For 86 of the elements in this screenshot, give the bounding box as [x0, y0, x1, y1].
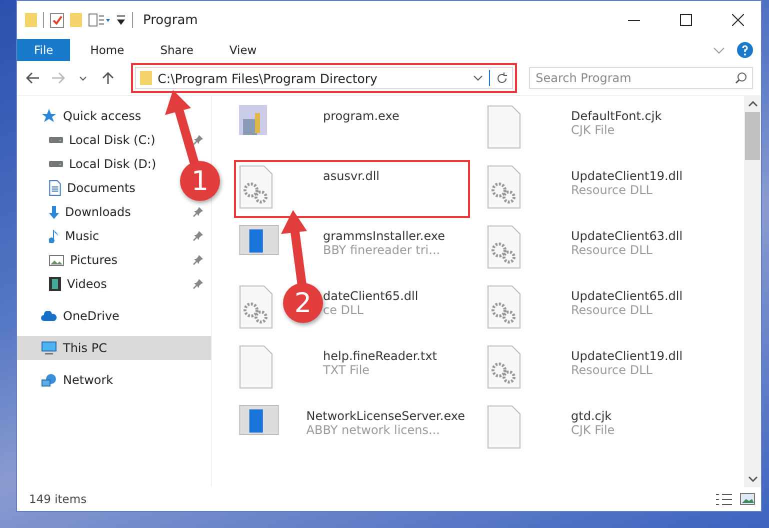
- sidebar-item[interactable]: Local Disk (C:): [17, 128, 162, 152]
- refresh-icon[interactable]: [496, 72, 508, 84]
- file-name[interactable]: UpdateClient65.dll: [571, 289, 683, 303]
- pictures-icon: [49, 254, 64, 266]
- address-field[interactable]: C:\Program Files\Program Directory: [134, 67, 513, 89]
- file-type: Resource DLL: [571, 363, 654, 377]
- gear-file-icon: [487, 165, 521, 209]
- ribbon-tab[interactable]: Share: [148, 39, 206, 61]
- up-arrow-icon: [102, 71, 114, 85]
- back-arrow-icon: [26, 72, 40, 84]
- music-note-icon: [49, 229, 59, 243]
- sidebar-item[interactable]: This PC: [17, 336, 211, 360]
- gear-file-icon: [239, 285, 273, 329]
- file-name[interactable]: UpdateClient63.dll: [571, 229, 683, 243]
- window-title: Program: [143, 12, 199, 28]
- blank-file-icon: [239, 345, 273, 389]
- search-field[interactable]: Search Program: [528, 67, 753, 89]
- blank-file-icon: [487, 405, 521, 449]
- highlighted-file-item[interactable]: asusvr.dll: [234, 160, 470, 218]
- file-name[interactable]: help.fineReader.txt: [323, 349, 437, 363]
- file-name[interactable]: grammsInstaller.exe: [323, 229, 445, 243]
- close-icon: [732, 14, 744, 26]
- star-icon: [41, 109, 57, 123]
- application-icon: [239, 405, 279, 435]
- blank-file-icon: [487, 105, 521, 149]
- sidebar-item[interactable]: Local Disk (D:): [17, 152, 162, 176]
- file-name[interactable]: DefaultFont.cjk: [571, 109, 662, 123]
- folder-icon: [25, 13, 37, 27]
- download-icon: [49, 206, 59, 218]
- file-name[interactable]: dateClient65.dll: [323, 289, 418, 303]
- drive-icon: [49, 161, 63, 167]
- folder-icon: [140, 71, 152, 85]
- scroll-down-icon[interactable]: [748, 476, 758, 482]
- file-type: Resource DLL: [571, 183, 654, 197]
- file-type: CJK File: [571, 423, 615, 437]
- sidebar-item[interactable]: OneDrive: [17, 304, 211, 328]
- checklist-icon[interactable]: [50, 12, 64, 28]
- gear-file-icon: [487, 285, 521, 329]
- large-icons-view-icon[interactable]: [740, 493, 755, 505]
- sidebar-item[interactable]: Quick access: [17, 104, 211, 128]
- scrollbar-thumb[interactable]: [745, 112, 760, 160]
- file-type: TXT File: [323, 363, 371, 377]
- file-type: ce DLL: [323, 303, 364, 317]
- ribbon-tab[interactable]: Home: [78, 39, 136, 61]
- maximize-icon: [680, 14, 692, 26]
- sidebar-item[interactable]: Videos: [17, 272, 113, 296]
- chevron-down-icon[interactable]: [472, 75, 483, 81]
- dropdown-caret-icon[interactable]: [116, 15, 126, 25]
- sidebar-item[interactable]: Pictures: [17, 248, 124, 272]
- file-type: BBY finereader tri...: [323, 243, 442, 257]
- film-icon: [49, 277, 61, 291]
- file-type: CJK File: [571, 123, 616, 137]
- scrollbar[interactable]: [744, 96, 761, 487]
- gear-file-icon: [487, 345, 521, 389]
- details-view-icon[interactable]: [715, 494, 732, 504]
- program-icon: [239, 105, 267, 135]
- search-icon: [734, 72, 747, 84]
- properties-icon[interactable]: [88, 13, 110, 27]
- file-name[interactable]: NetworkLicenseServer.exe: [306, 409, 465, 423]
- application-icon: [239, 225, 279, 255]
- help-icon[interactable]: [737, 42, 753, 58]
- document-icon: [49, 180, 61, 196]
- sidebar-item[interactable]: Music: [17, 224, 106, 248]
- drive-icon: [49, 137, 63, 143]
- gear-file-icon: [487, 225, 521, 269]
- file-name[interactable]: asusvr.dll: [323, 169, 380, 183]
- file-type: Resource DLL: [571, 303, 654, 317]
- sidebar-item[interactable]: Network: [17, 368, 211, 392]
- gear-file-icon: [239, 165, 273, 209]
- file-type: Resource DLL: [571, 243, 654, 257]
- scroll-up-icon[interactable]: [748, 101, 758, 107]
- ribbon-tab[interactable]: File: [17, 39, 70, 61]
- file-name[interactable]: UpdateClient19.dll: [571, 169, 683, 183]
- file-name[interactable]: program.exe: [323, 109, 400, 123]
- network-icon: [41, 374, 57, 386]
- file-name[interactable]: gtd.cjk: [571, 409, 615, 423]
- sidebar-item[interactable]: Downloads: [17, 200, 137, 224]
- ribbon-tab[interactable]: View: [217, 39, 269, 61]
- chevron-down-icon: [79, 76, 88, 80]
- monitor-icon: [41, 341, 57, 355]
- forward-arrow-icon: [51, 72, 66, 84]
- item-count: 149 items: [29, 492, 88, 506]
- sidebar-item[interactable]: Documents: [17, 176, 142, 200]
- file-name[interactable]: UpdateClient19.dll: [571, 349, 683, 363]
- file-type: ABBY network licens...: [306, 423, 441, 437]
- cloud-icon: [41, 311, 57, 321]
